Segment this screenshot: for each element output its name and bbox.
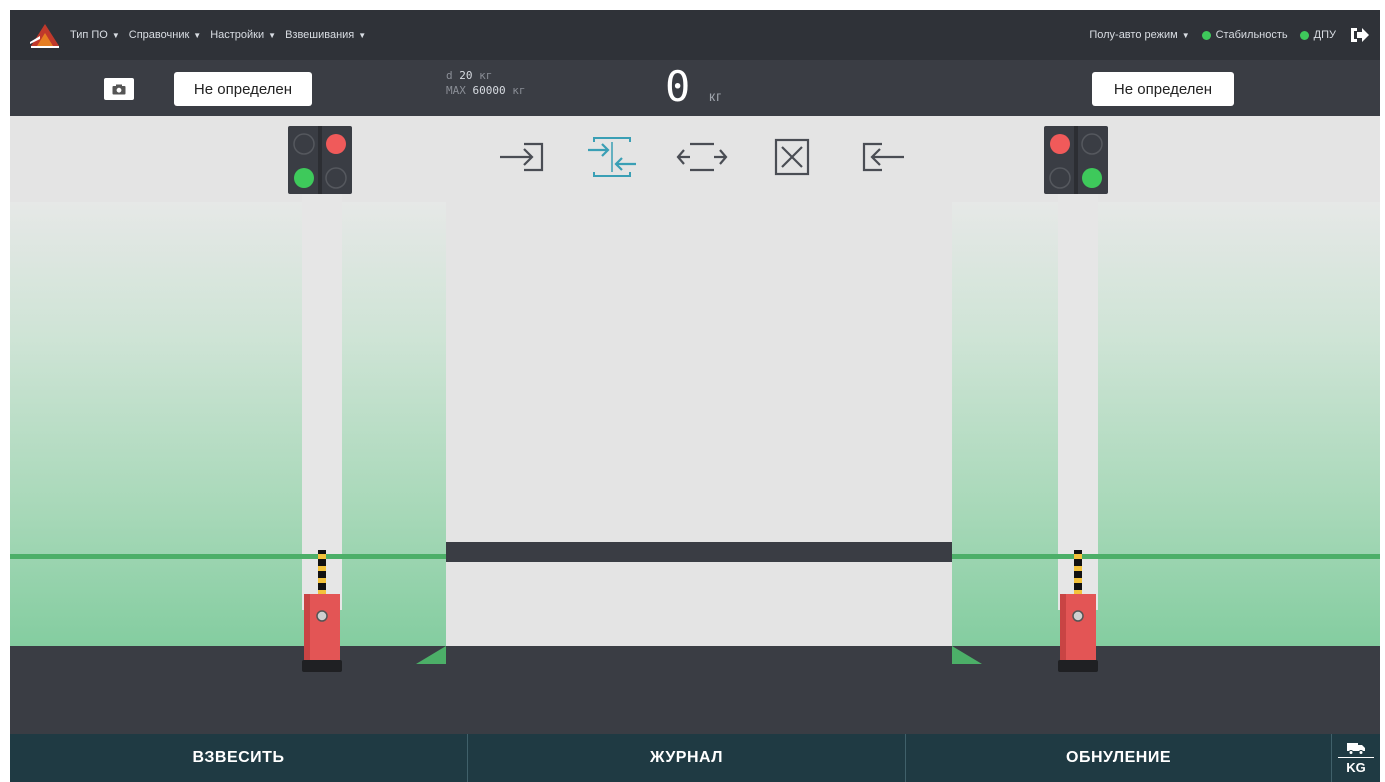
caret-down-icon: ▼: [268, 30, 277, 40]
menu-settings[interactable]: Настройки ▼: [210, 29, 276, 41]
unit-toggle-button[interactable]: KG: [1332, 734, 1380, 782]
d-unit: кг: [479, 69, 493, 82]
menu-label: Тип ПО: [70, 29, 108, 41]
menu-label: Справочник: [128, 29, 190, 41]
max-value: 60000: [472, 84, 506, 97]
stability-status: Стабильность: [1201, 29, 1288, 41]
caret-down-icon: ▼: [111, 30, 120, 40]
left-post: [302, 166, 342, 610]
weight-unit: кг: [709, 88, 723, 104]
caret-down-icon: ▼: [193, 30, 202, 40]
exit-icon[interactable]: [854, 136, 910, 178]
journal-button[interactable]: ЖУРНАЛ: [468, 734, 906, 782]
menu-reference[interactable]: Справочник ▼: [129, 29, 201, 41]
enter-icon[interactable]: [494, 136, 550, 178]
right-traffic-light-icon[interactable]: [1044, 126, 1108, 194]
pass-through-icon[interactable]: [674, 136, 730, 178]
discreteness-line: d 20 кг: [446, 68, 526, 83]
d-prefix: d: [446, 69, 453, 82]
caret-down-icon: ▼: [358, 30, 367, 40]
cancel-icon[interactable]: [764, 136, 820, 178]
caret-down-icon: ▼: [1181, 30, 1190, 40]
menu-label: Настройки: [210, 29, 265, 41]
app-frame: Тип ПО ▼ Справочник ▼ Настройки ▼ Взвеши…: [10, 10, 1380, 782]
menu-weighings[interactable]: Взвешивания ▼: [285, 29, 366, 41]
platform-road: [446, 542, 952, 562]
left-barrier-icon[interactable]: [302, 550, 342, 680]
left-ramp: [416, 646, 446, 664]
logout-icon[interactable]: [1348, 25, 1370, 45]
mode-dropdown[interactable]: Полу-авто режим ▼: [1089, 29, 1189, 41]
left-area: [10, 202, 446, 646]
mode-label: Полу-авто режим: [1089, 29, 1178, 41]
truck-icon: [1347, 742, 1365, 755]
right-ground-line: [952, 554, 1380, 559]
right-post: [1058, 166, 1098, 610]
left-plate-field[interactable]: Не определен: [174, 72, 312, 106]
camera-button[interactable]: [104, 78, 134, 100]
max-unit: кг: [512, 84, 526, 97]
left-ground-line: [10, 554, 446, 559]
info-bar: Не определен d 20 кг MAX 60000 кг 0 кг Н…: [10, 60, 1380, 116]
menu-label: Взвешивания: [285, 29, 355, 41]
right-plate-field[interactable]: Не определен: [1092, 72, 1234, 106]
dpu-label: ДПУ: [1313, 29, 1336, 41]
bottom-bar: ВЗВЕСИТЬ ЖУРНАЛ ОБНУЛЕНИЕ KG: [10, 734, 1380, 782]
stability-label: Стабильность: [1215, 29, 1288, 41]
main-menu: Тип ПО ▼ Справочник ▼ Настройки ▼ Взвеши…: [70, 29, 366, 41]
weight-display: 0: [665, 62, 691, 111]
right-ramp: [952, 646, 982, 664]
max-line: MAX 60000 кг: [446, 83, 526, 98]
weigh-button[interactable]: ВЗВЕСИТЬ: [10, 734, 468, 782]
unit-separator: [1338, 756, 1374, 758]
direction-icons: [494, 136, 910, 178]
right-barrier-icon[interactable]: [1058, 550, 1098, 680]
camera-icon: [112, 84, 126, 94]
lower-area: [10, 664, 1380, 734]
scale-parameters: d 20 кг MAX 60000 кг: [446, 68, 526, 98]
left-traffic-light-icon[interactable]: [288, 126, 352, 194]
status-dot-icon: [1201, 30, 1211, 40]
weighbridge-scene: [10, 116, 1380, 646]
nav-right: Полу-авто режим ▼ Стабильность ДПУ: [1089, 10, 1370, 60]
unit-label: KG: [1346, 759, 1366, 775]
max-prefix: MAX: [446, 84, 466, 97]
menu-software-type[interactable]: Тип ПО ▼: [70, 29, 120, 41]
status-dot-icon: [1299, 30, 1309, 40]
d-value: 20: [459, 69, 473, 82]
dpu-status: ДПУ: [1299, 29, 1336, 41]
right-area: [952, 202, 1380, 646]
enter-both-icon[interactable]: [584, 136, 640, 178]
logo-icon: [30, 24, 59, 48]
top-nav: Тип ПО ▼ Справочник ▼ Настройки ▼ Взвеши…: [10, 10, 1380, 60]
reset-button[interactable]: ОБНУЛЕНИЕ: [906, 734, 1332, 782]
